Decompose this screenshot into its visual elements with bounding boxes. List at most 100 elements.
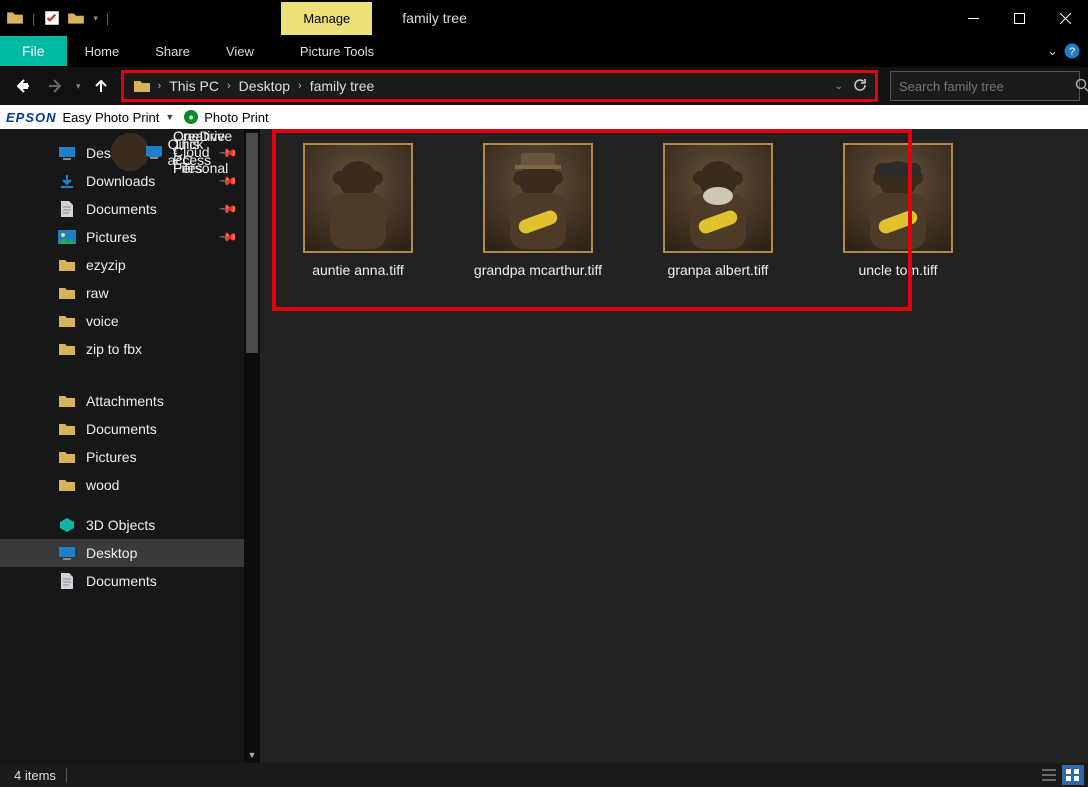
- qat-dropdown-icon[interactable]: ▾: [93, 13, 98, 24]
- sidebar-item-documents[interactable]: Documents📌: [0, 195, 260, 223]
- sidebar-item-pictures[interactable]: Pictures: [0, 443, 260, 471]
- file-thumbnail[interactable]: [663, 143, 773, 253]
- refresh-icon[interactable]: [853, 78, 867, 95]
- tab-home[interactable]: Home: [67, 36, 138, 66]
- epson-dropdown-icon[interactable]: ▼: [165, 112, 174, 122]
- file-thumbnail[interactable]: [483, 143, 593, 253]
- tab-picture-tools[interactable]: Picture Tools: [282, 36, 392, 66]
- address-dropdown-icon[interactable]: ⌄: [835, 81, 843, 92]
- tab-view[interactable]: View: [208, 36, 272, 66]
- ribbon-collapse-icon[interactable]: ⌄: [1047, 43, 1058, 59]
- breadcrumb-this-pc[interactable]: This PC: [165, 78, 223, 94]
- sidebar-item-documents[interactable]: Documents: [0, 415, 260, 443]
- this-pc-icon: [145, 145, 163, 159]
- desktop-icon: [58, 146, 76, 160]
- qat-separator-2: |: [106, 11, 109, 26]
- sidebar-item-documents[interactable]: Documents: [0, 567, 260, 595]
- forward-button[interactable]: [42, 72, 70, 100]
- details-view-button[interactable]: [1038, 765, 1060, 785]
- titlebar: | ▾ | Manage family tree: [0, 0, 1088, 36]
- status-item-count: 4 items: [14, 768, 56, 783]
- sidebar-item-pictures[interactable]: Pictures 📌: [0, 223, 260, 251]
- sidebar-item-label: zip to fbx: [86, 341, 142, 357]
- file-tab[interactable]: File: [0, 36, 67, 66]
- thumbnails-view-button[interactable]: [1062, 765, 1084, 785]
- sidebar-label: This PC: [173, 136, 199, 168]
- file-name-label: auntie anna.tiff: [312, 261, 404, 301]
- folder-icon: [6, 9, 24, 27]
- sidebar-item-desktop[interactable]: Desktop: [0, 539, 260, 567]
- chevron-right-icon[interactable]: ›: [294, 80, 306, 92]
- search-icon[interactable]: [1075, 78, 1088, 95]
- scrollbar-thumb[interactable]: [246, 133, 258, 353]
- folder-icon: [58, 478, 76, 492]
- sidebar-item-label: Desktop: [86, 545, 137, 561]
- history-dropdown-icon[interactable]: ▾: [76, 81, 81, 92]
- sidebar-item-label: ezyzip: [86, 257, 126, 273]
- search-box[interactable]: [890, 71, 1080, 101]
- up-button[interactable]: [87, 72, 115, 100]
- main-area: ★ Quick access Desktop📌Downloads📌Documen…: [0, 129, 1088, 763]
- doc-icon: [58, 573, 76, 589]
- address-bar[interactable]: › This PC › Desktop › family tree ⌄: [121, 70, 878, 102]
- navigation-pane[interactable]: ★ Quick access Desktop📌Downloads📌Documen…: [0, 129, 260, 763]
- window-title: family tree: [402, 10, 467, 26]
- chevron-right-icon[interactable]: ›: [223, 80, 235, 92]
- maximize-button[interactable]: [996, 0, 1042, 36]
- epson-easy-photo-print[interactable]: Easy Photo Print: [63, 110, 160, 125]
- folder-icon: [58, 286, 76, 300]
- sidebar-item-label: wood: [86, 477, 119, 493]
- pin-icon: 📌: [218, 227, 238, 247]
- sidebar-item-label: raw: [86, 285, 109, 301]
- file-view[interactable]: auntie anna.tiff grandpa mcarthur.tiff gra…: [260, 129, 1088, 763]
- down-icon: [58, 173, 76, 189]
- address-root-icon[interactable]: [130, 79, 154, 93]
- epson-brand: EPSON: [6, 110, 57, 125]
- file-item[interactable]: auntie anna.tiff: [292, 143, 424, 301]
- close-button[interactable]: [1042, 0, 1088, 36]
- chevron-right-icon[interactable]: ›: [154, 80, 166, 92]
- sidebar-item-label: Documents: [86, 421, 157, 437]
- search-input[interactable]: [899, 79, 1075, 94]
- file-item[interactable]: granpa albert.tiff: [652, 143, 784, 301]
- pic-icon: [58, 230, 76, 244]
- file-thumbnail[interactable]: [303, 143, 413, 253]
- sidebar-item-zip-to-fbx[interactable]: zip to fbx: [0, 335, 260, 363]
- file-item[interactable]: uncle tom.tiff: [832, 143, 964, 301]
- desktop-icon: [58, 546, 76, 560]
- file-thumbnail[interactable]: [843, 143, 953, 253]
- navigation-bar: ▾ › This PC › Desktop › family tree ⌄: [0, 67, 1088, 105]
- pin-icon: 📌: [218, 199, 238, 219]
- sidebar-item-label: Pictures: [86, 229, 137, 245]
- sidebar-item-ezyzip[interactable]: ezyzip: [0, 251, 260, 279]
- manage-context-tab[interactable]: Manage: [281, 2, 372, 35]
- scroll-down-icon[interactable]: ▼: [244, 747, 260, 763]
- breadcrumb-desktop[interactable]: Desktop: [235, 78, 294, 94]
- sidebar-item-label: Downloads: [86, 173, 155, 189]
- qat-properties-icon[interactable]: [43, 9, 61, 27]
- sidebar-item-raw[interactable]: raw: [0, 279, 260, 307]
- sidebar-this-pc[interactable]: This PC: [111, 133, 149, 171]
- sidebar-item-attachments[interactable]: Attachments: [0, 387, 260, 415]
- qat-newfolder-icon[interactable]: [67, 9, 85, 27]
- epson-toolbar: EPSON Easy Photo Print ▼ ● Photo Print: [0, 105, 1088, 129]
- sidebar-item-3d-objects[interactable]: 3D Objects: [0, 511, 260, 539]
- file-name-label: granpa albert.tiff: [668, 261, 769, 301]
- file-name-label: uncle tom.tiff: [858, 261, 937, 301]
- 3d-icon: [58, 517, 76, 533]
- sidebar-scrollbar[interactable]: ▲ ▼: [244, 129, 260, 763]
- status-separator: [66, 768, 67, 782]
- folder-icon: [58, 258, 76, 272]
- back-button[interactable]: [8, 72, 36, 100]
- help-icon[interactable]: ?: [1064, 43, 1080, 59]
- sidebar-item-wood[interactable]: wood: [0, 471, 260, 499]
- sidebar-item-label: Pictures: [86, 449, 137, 465]
- file-item[interactable]: grandpa mcarthur.tiff: [472, 143, 604, 301]
- tab-share[interactable]: Share: [137, 36, 208, 66]
- sidebar-item-label: 3D Objects: [86, 517, 155, 533]
- minimize-button[interactable]: [950, 0, 996, 36]
- sidebar-item-voice[interactable]: voice: [0, 307, 260, 335]
- epson-photo-print[interactable]: Photo Print: [204, 110, 268, 125]
- breadcrumb-family-tree[interactable]: family tree: [306, 78, 379, 94]
- qat-separator: |: [32, 11, 35, 26]
